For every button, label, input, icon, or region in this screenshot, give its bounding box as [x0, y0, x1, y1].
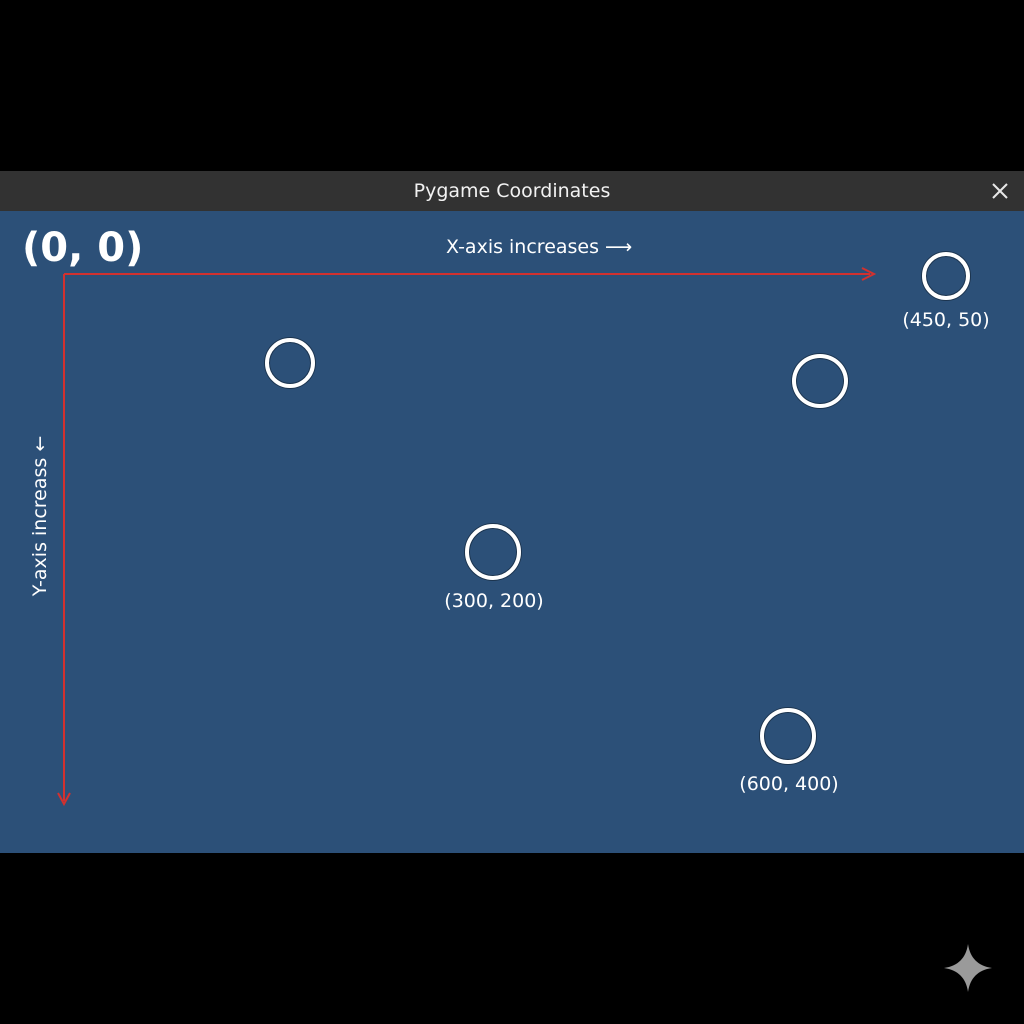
origin-label: (0, 0) [22, 225, 144, 271]
label-450-50: (450, 50) [902, 309, 990, 331]
close-button[interactable] [984, 175, 1016, 207]
x-axis-label: X-axis increases ⟶ [446, 236, 633, 258]
pygame-window: Pygame Coordinates (0, 0) X-axis increas… [0, 171, 1024, 853]
y-axis-label-wrap: Y-axis increass ← [15, 416, 65, 616]
label-600-400: (600, 400) [739, 773, 839, 795]
close-icon [992, 183, 1008, 199]
screen: Pygame Coordinates (0, 0) X-axis increas… [0, 0, 1024, 1024]
circle-300-200 [465, 524, 521, 580]
circle-450-50 [922, 252, 970, 300]
sparkle-icon [944, 944, 992, 992]
title-bar[interactable]: Pygame Coordinates [0, 171, 1024, 211]
y-axis-label: Y-axis increass ← [29, 435, 51, 597]
window-title: Pygame Coordinates [413, 180, 611, 202]
circle-600-400 [760, 708, 816, 764]
circle-3 [792, 354, 848, 408]
label-300-200: (300, 200) [444, 590, 544, 612]
game-canvas[interactable]: (0, 0) X-axis increases ⟶ Y-axis increas… [0, 211, 1024, 853]
circle-1 [265, 338, 315, 388]
